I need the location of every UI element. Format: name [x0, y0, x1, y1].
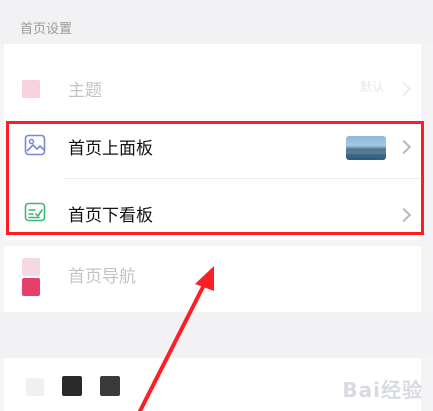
- annotation-arrow: [138, 266, 214, 411]
- watermark: Bai经验: [342, 378, 423, 402]
